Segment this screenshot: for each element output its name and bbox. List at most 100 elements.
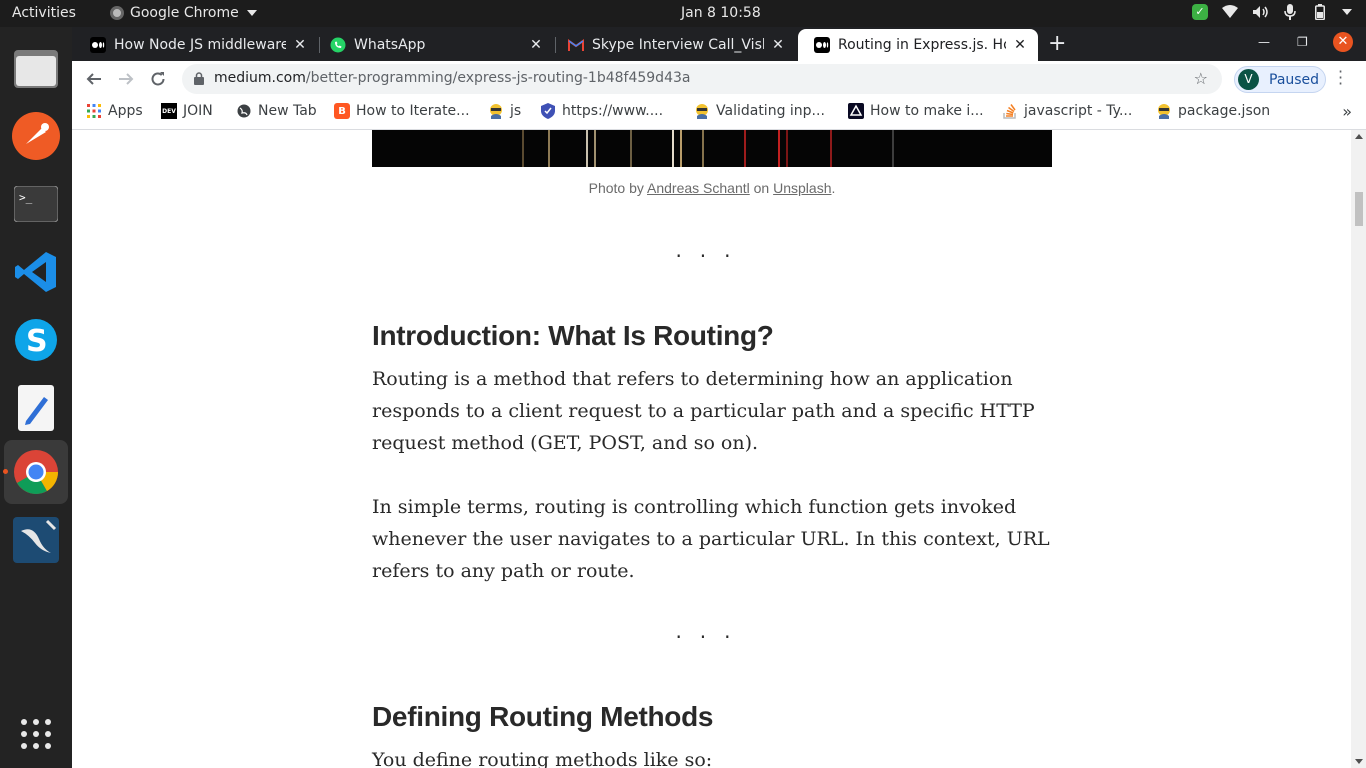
new-tab-button[interactable]: +	[1048, 33, 1066, 55]
caption-author-link[interactable]: Andreas Schantl	[647, 180, 750, 196]
caption-suffix: .	[831, 180, 836, 196]
files-app-icon[interactable]	[4, 36, 68, 100]
terminal-app-icon[interactable]: >_	[4, 172, 68, 236]
clock[interactable]: Jan 8 10:58	[681, 5, 761, 21]
tab-skype-interview[interactable]: Skype Interview Call_Vish ✕	[552, 29, 796, 61]
bookmark-https-www[interactable]: https://www....	[540, 103, 663, 119]
battery-icon	[1312, 4, 1328, 20]
bookmark-label: JOIN	[183, 103, 213, 119]
chrome-app-icon[interactable]	[4, 440, 68, 504]
blogger-icon: B	[334, 103, 350, 119]
bookmark-package-json[interactable]: package.json	[1156, 103, 1270, 119]
more-menu-icon[interactable]: · · ·	[1338, 64, 1343, 92]
app-name: Google Chrome	[130, 5, 239, 21]
chevron-double-right-icon[interactable]: »	[1342, 102, 1352, 121]
activities-button[interactable]: Activities	[12, 5, 76, 21]
scroll-up-icon[interactable]	[1355, 134, 1363, 139]
minimize-button[interactable]: —	[1258, 35, 1270, 49]
tab-routing-express[interactable]: Routing in Express.js. Hov ✕	[798, 29, 1038, 61]
light-streak	[830, 130, 832, 167]
bookmark-new-tab[interactable]: New Tab	[236, 103, 317, 119]
dev-logo-icon	[848, 103, 864, 119]
system-top-bar: Activities Google Chrome Jan 8 10:58 ✓	[0, 0, 1366, 27]
postman-app-icon[interactable]	[4, 104, 68, 168]
medium-icon	[90, 37, 106, 53]
light-streak	[522, 130, 524, 167]
light-streak	[892, 130, 894, 167]
maximize-button[interactable]: ❐	[1297, 35, 1308, 49]
shield-icon	[540, 103, 556, 119]
show-apps-grid-icon[interactable]	[4, 702, 68, 766]
skype-app-icon[interactable]: S	[4, 308, 68, 372]
svg-text:S: S	[26, 324, 48, 359]
section-heading: Introduction: What Is Routing?	[372, 320, 774, 351]
url-path: /better-programming/express-js-routing-1…	[305, 70, 691, 86]
image-caption: Photo by Andreas Schantl on Unsplash.	[372, 180, 1052, 196]
caption-source-link[interactable]: Unsplash	[773, 180, 831, 196]
checkmark-icon[interactable]: ✓	[1192, 4, 1208, 20]
bookmarks-bar: Apps DEV JOIN New Tab B How to Iterate..…	[72, 97, 1366, 130]
tab-strip: How Node JS middleware ✕ WhatsApp ✕ Skyp…	[72, 27, 1366, 61]
tab-title: Skype Interview Call_Vish	[592, 37, 764, 53]
bookmark-label: https://www....	[562, 103, 664, 119]
bookmark-label: How to Iterate...	[356, 103, 470, 119]
bookmark-label: New Tab	[258, 103, 317, 119]
page-scrollbar[interactable]	[1351, 130, 1366, 768]
reload-button[interactable]	[146, 67, 170, 91]
apps-grid-icon	[86, 103, 102, 119]
chevron-down-icon	[246, 10, 257, 16]
bookmark-how-to-iterate[interactable]: B How to Iterate...	[334, 103, 470, 119]
system-tray[interactable]: ✓	[1192, 4, 1352, 20]
window-close-button[interactable]: ✕	[1333, 32, 1353, 52]
dev-icon: DEV	[161, 103, 177, 119]
text-editor-app-icon[interactable]	[4, 376, 68, 440]
bookmark-star-icon[interactable]: ☆	[1194, 69, 1208, 88]
close-icon[interactable]: ✕	[770, 37, 786, 53]
light-streak	[786, 130, 788, 167]
scroll-down-icon[interactable]	[1355, 759, 1363, 764]
vscode-app-icon[interactable]	[4, 240, 68, 304]
section-separator: ...	[675, 619, 749, 643]
app-menu[interactable]: Google Chrome	[110, 5, 257, 21]
running-indicator	[3, 469, 8, 474]
scrollbar-thumb[interactable]	[1355, 192, 1363, 226]
bookmark-label: javascript - Ty...	[1024, 103, 1133, 119]
microphone-icon	[1282, 4, 1298, 20]
profile-button[interactable]: V Paused	[1234, 66, 1326, 93]
caption-mid: on	[749, 180, 774, 196]
address-bar[interactable]: medium.com/better-programming/express-js…	[182, 64, 1222, 94]
gmail-icon	[568, 37, 584, 53]
hero-image	[372, 130, 1052, 167]
reload-icon	[151, 72, 165, 86]
light-streak	[680, 130, 682, 167]
tab-node-middleware[interactable]: How Node JS middleware ✕	[74, 29, 318, 61]
bookmark-label: package.json	[1178, 103, 1271, 119]
light-streak	[778, 130, 780, 167]
back-button[interactable]	[82, 67, 106, 91]
avatar: V	[1238, 69, 1259, 90]
mysql-workbench-app-icon[interactable]	[4, 508, 68, 572]
bookmark-javascript-ty[interactable]: javascript - Ty...	[1002, 103, 1132, 119]
bookmark-how-to-make[interactable]: How to make i...	[848, 103, 984, 119]
lock-icon[interactable]	[194, 72, 204, 89]
url-domain: medium.com	[214, 70, 306, 86]
bookmark-apps[interactable]: Apps	[86, 103, 143, 119]
arrow-right-icon	[119, 73, 134, 85]
tab-title: How Node JS middleware	[114, 37, 286, 53]
light-streak	[702, 130, 704, 167]
tab-whatsapp[interactable]: WhatsApp ✕	[314, 29, 554, 61]
forward-button[interactable]	[114, 67, 138, 91]
avatar-icon	[488, 103, 504, 119]
chrome-icon	[110, 6, 124, 20]
article-paragraph: Routing is a method that refers to deter…	[372, 368, 1035, 454]
bookmark-js[interactable]: js	[488, 103, 521, 119]
bookmark-label: Validating inp...	[716, 103, 825, 119]
light-streak	[630, 130, 632, 167]
section-heading: Defining Routing Methods	[372, 701, 714, 732]
bookmark-validating[interactable]: Validating inp...	[694, 103, 825, 119]
close-icon[interactable]: ✕	[528, 37, 544, 53]
whatsapp-icon	[330, 37, 346, 53]
close-icon[interactable]: ✕	[292, 37, 308, 53]
close-icon[interactable]: ✕	[1012, 37, 1028, 53]
bookmark-join[interactable]: DEV JOIN	[161, 103, 213, 119]
